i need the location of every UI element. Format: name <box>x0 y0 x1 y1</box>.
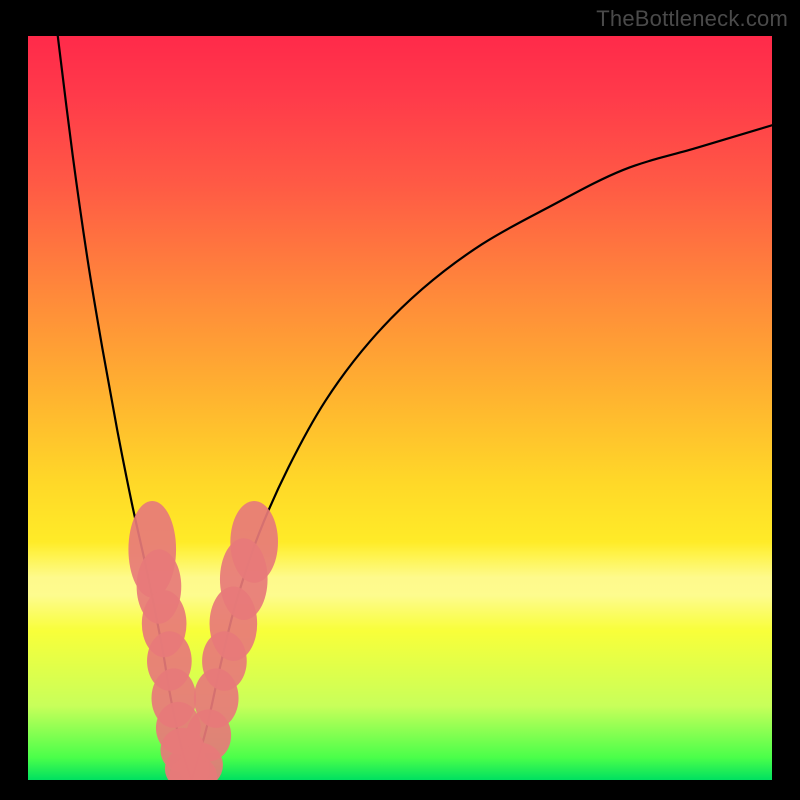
plot-svg <box>28 36 772 780</box>
chart-container: TheBottleneck.com <box>0 0 800 800</box>
marker-group <box>128 501 278 780</box>
watermark-text: TheBottleneck.com <box>596 6 788 32</box>
highlight-marker <box>230 501 278 583</box>
plot-area <box>28 36 772 780</box>
curve-right-branch <box>192 125 772 780</box>
